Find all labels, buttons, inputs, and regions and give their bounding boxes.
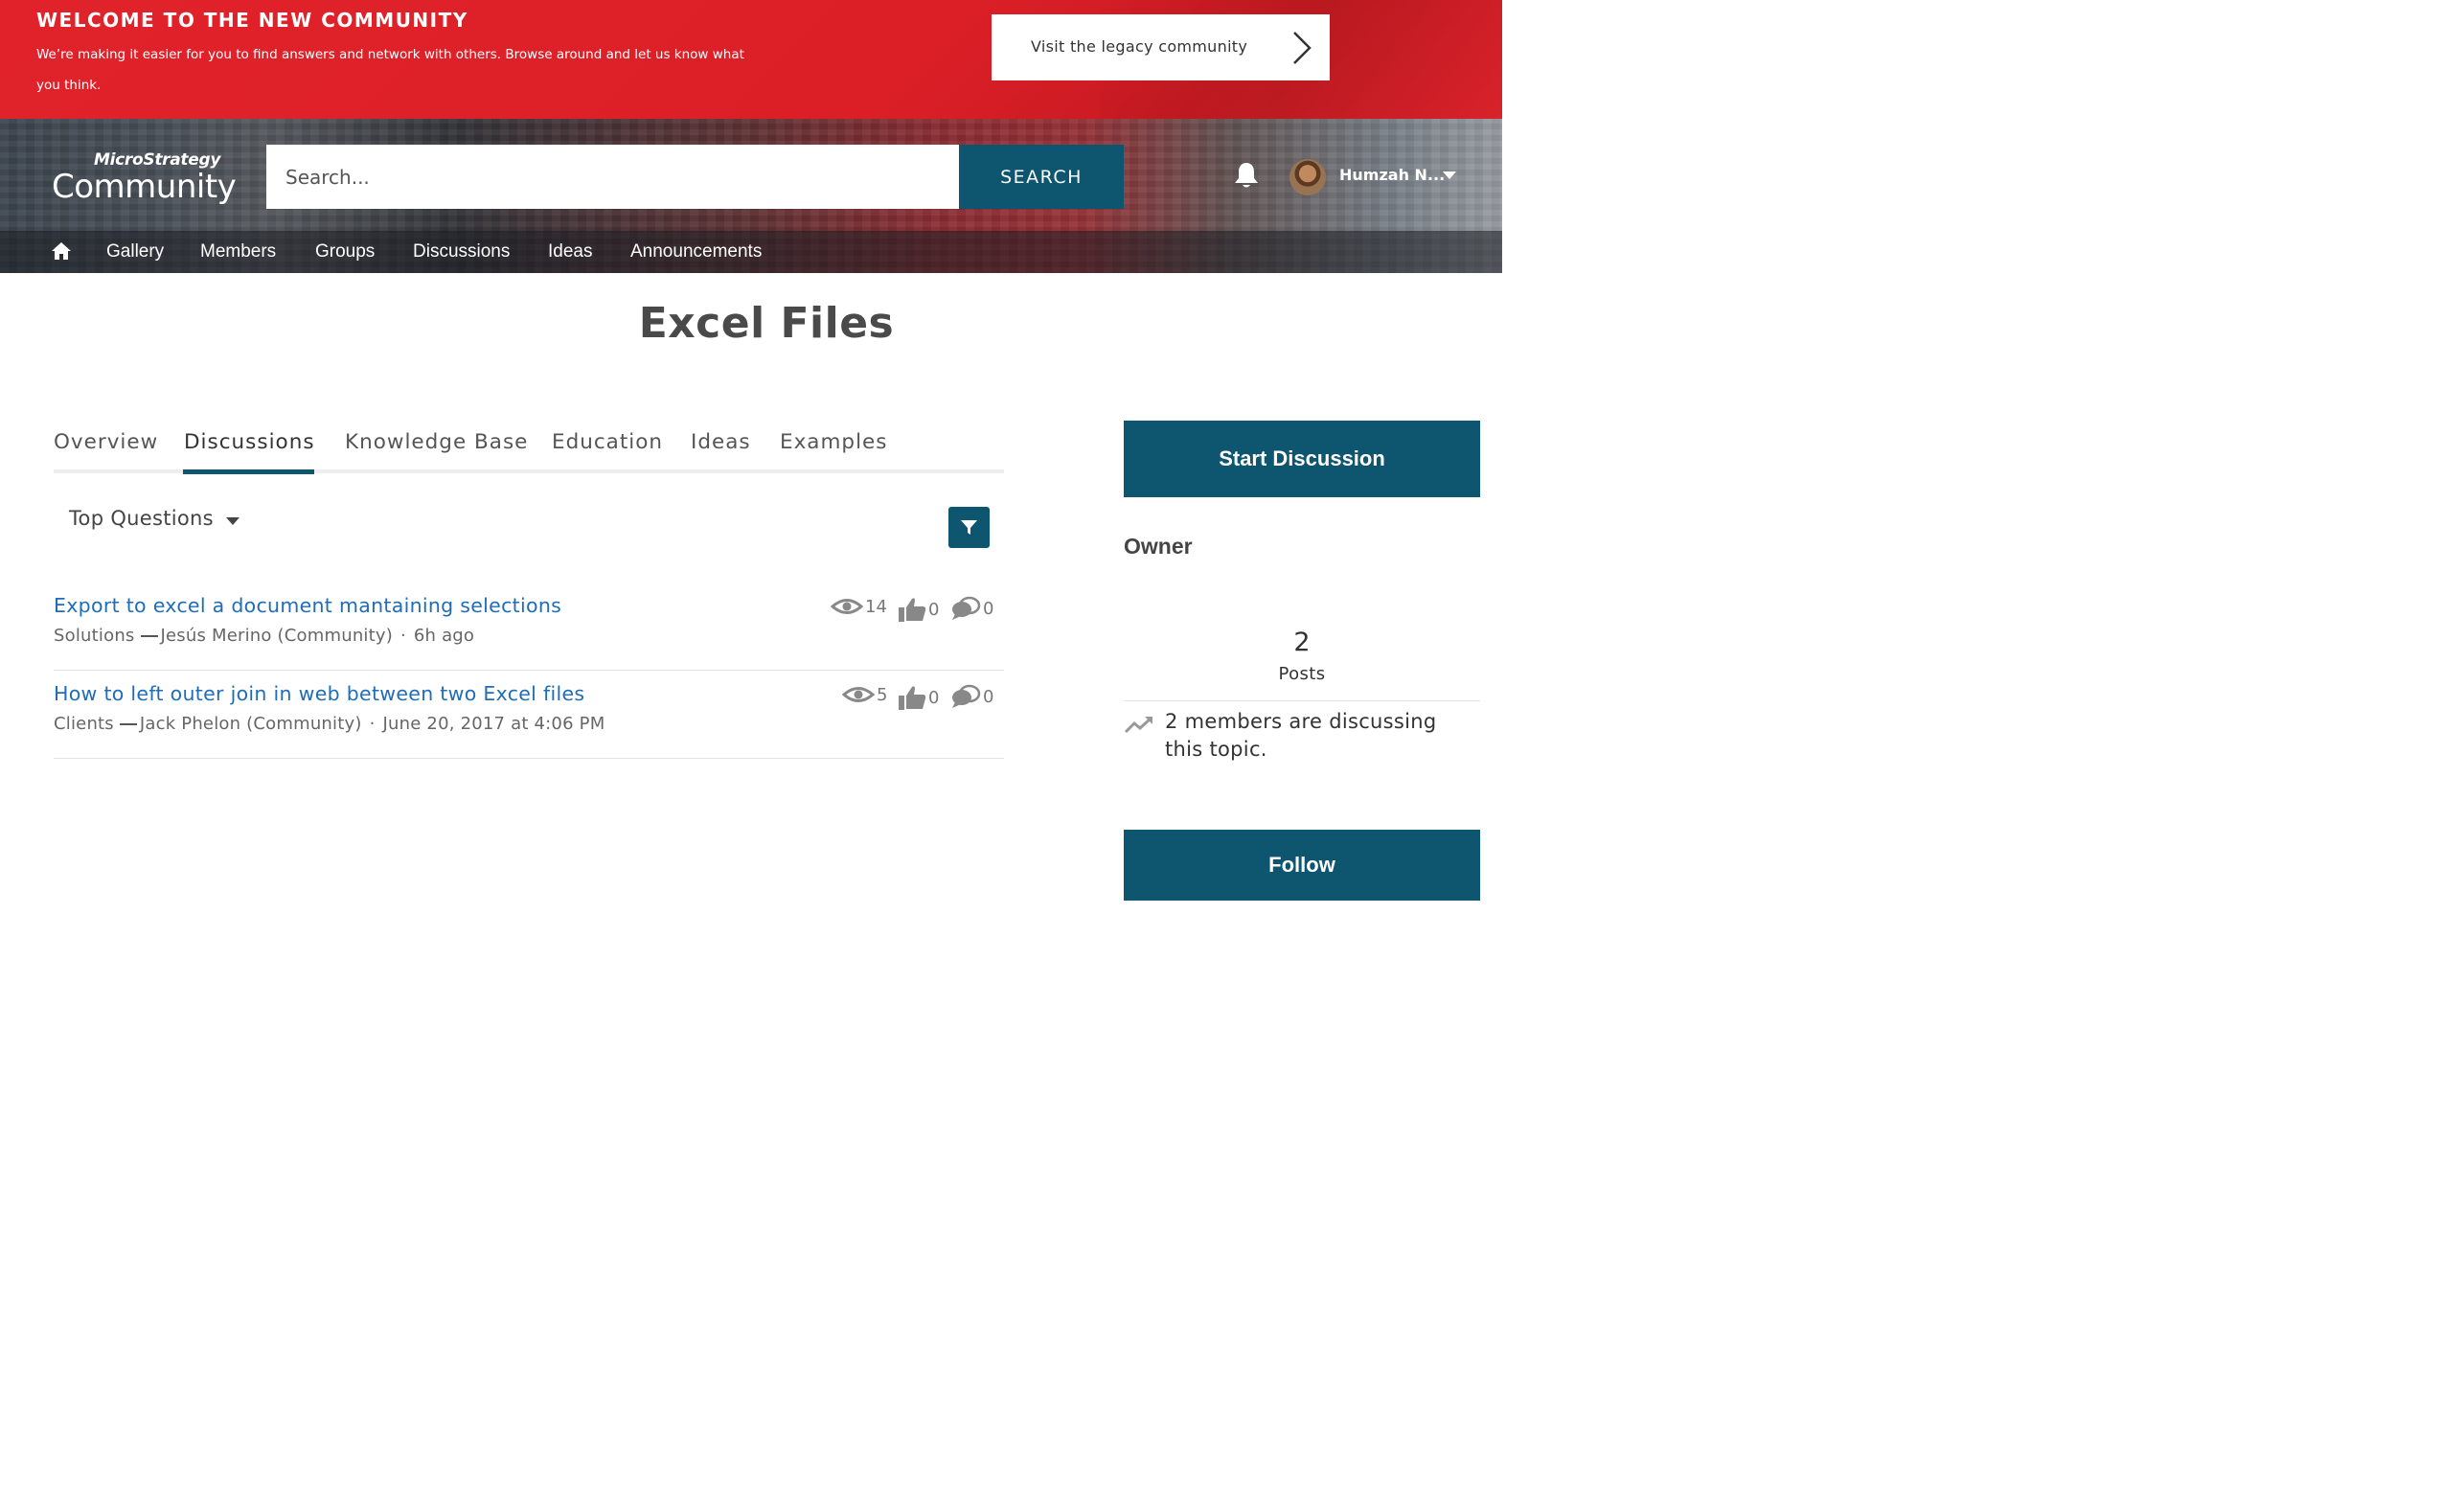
likes-count: 0	[928, 599, 940, 620]
views-count: 14	[865, 596, 887, 617]
user-name[interactable]: Humzah N...	[1339, 166, 1445, 184]
meta-dot: ·	[399, 626, 406, 646]
discussion-meta: Clients Jack Phelon (Community) · June 20, …	[54, 714, 605, 734]
tab-education[interactable]: Education	[552, 430, 663, 454]
views-count: 5	[877, 684, 888, 705]
nav-members[interactable]: Members	[200, 241, 276, 263]
likes-count: 0	[928, 687, 940, 708]
posts-count: 2	[1293, 628, 1311, 657]
views-stat: 5	[842, 684, 887, 705]
sort-caret-icon[interactable]	[226, 517, 240, 525]
tab-discussions[interactable]: Discussions	[184, 430, 315, 454]
likes-stat: 0	[898, 684, 939, 711]
chevron-right-icon	[1293, 32, 1312, 64]
meta-dot: ·	[369, 714, 376, 734]
discussion-time: 6h ago	[413, 626, 475, 646]
discussion-title-link[interactable]: Export to excel a document mantaining se…	[54, 594, 561, 617]
nav-discussions[interactable]: Discussions	[413, 241, 510, 263]
search-input[interactable]	[266, 145, 959, 209]
notifications-bell-icon[interactable]	[1233, 161, 1260, 190]
logo-brand: MicroStrategy	[94, 150, 221, 170]
discussion-author[interactable]: Jack Phelon (Community)	[140, 714, 362, 734]
logo-community: Community	[52, 168, 237, 206]
filter-button[interactable]	[948, 507, 990, 548]
eye-icon	[831, 599, 863, 614]
tab-examples[interactable]: Examples	[780, 430, 887, 454]
likes-stat: 0	[898, 596, 939, 623]
follow-button[interactable]: Follow	[1124, 830, 1480, 901]
thumbs-up-icon[interactable]	[898, 596, 926, 623]
owner-heading: Owner	[1124, 534, 1193, 559]
discussion-title-link[interactable]: How to left outer join in web between tw…	[54, 682, 584, 705]
views-stat: 14	[831, 596, 887, 617]
meta-dash	[119, 723, 137, 725]
welcome-banner: WELCOME TO THE NEW COMMUNITY We’re makin…	[0, 0, 1502, 119]
nav-gallery[interactable]: Gallery	[106, 241, 164, 263]
comments-icon	[952, 684, 981, 708]
replies-count: 0	[983, 686, 994, 707]
search-button[interactable]: SEARCH	[959, 145, 1124, 209]
home-icon[interactable]	[51, 240, 72, 262]
trending-up-icon	[1124, 717, 1152, 734]
comments-icon	[952, 596, 981, 620]
posts-label: Posts	[1278, 664, 1326, 684]
discussion-topic[interactable]: Clients	[54, 714, 114, 734]
sort-dropdown[interactable]: Top Questions	[69, 507, 214, 530]
replies-stat: 0	[950, 596, 993, 621]
discussion-topic[interactable]: Solutions	[54, 626, 135, 646]
tab-knowledge-base[interactable]: Knowledge Base	[345, 430, 528, 454]
user-menu-caret-icon[interactable]	[1443, 171, 1456, 179]
filter-funnel-icon	[961, 520, 977, 535]
nav-ideas[interactable]: Ideas	[548, 241, 592, 263]
discussion-author[interactable]: Jesús Merino (Community)	[161, 626, 393, 646]
visit-legacy-button[interactable]: Visit the legacy community	[992, 14, 1330, 80]
tab-ideas[interactable]: Ideas	[691, 430, 751, 454]
nav-announcements[interactable]: Announcements	[630, 241, 762, 263]
discussion-row: Export to excel a document mantaining se…	[54, 583, 1004, 671]
discussion-row: How to left outer join in web between tw…	[54, 671, 1004, 759]
main-nav: Gallery Members Groups Discussions Ideas…	[0, 231, 1502, 273]
discussion-meta: Solutions Jesús Merino (Community) · 6h ago	[54, 626, 474, 646]
user-avatar[interactable]	[1289, 159, 1326, 195]
meta-dash	[140, 635, 158, 637]
banner-text: We’re making it easier for you to find a…	[36, 47, 744, 93]
site-header: MicroStrategy Community SEARCH Humzah N.…	[0, 119, 1502, 273]
tab-overview[interactable]: Overview	[54, 430, 158, 454]
replies-count: 0	[983, 598, 994, 619]
active-tab-indicator	[183, 469, 314, 474]
eye-icon	[842, 687, 875, 702]
thumbs-up-icon[interactable]	[898, 684, 926, 711]
banner-title: WELCOME TO THE NEW COMMUNITY	[36, 9, 468, 32]
discussion-time: June 20, 2017 at 4:06 PM	[382, 714, 605, 734]
replies-stat: 0	[950, 684, 993, 709]
start-discussion-button[interactable]: Start Discussion	[1124, 421, 1480, 497]
page-title: Excel Files	[638, 299, 895, 348]
nav-groups[interactable]: Groups	[315, 241, 375, 263]
members-discussing-text: 2 members are discussing this topic.	[1165, 710, 1437, 761]
visit-legacy-label: Visit the legacy community	[1031, 37, 1248, 56]
sidebar-divider	[1124, 700, 1480, 701]
